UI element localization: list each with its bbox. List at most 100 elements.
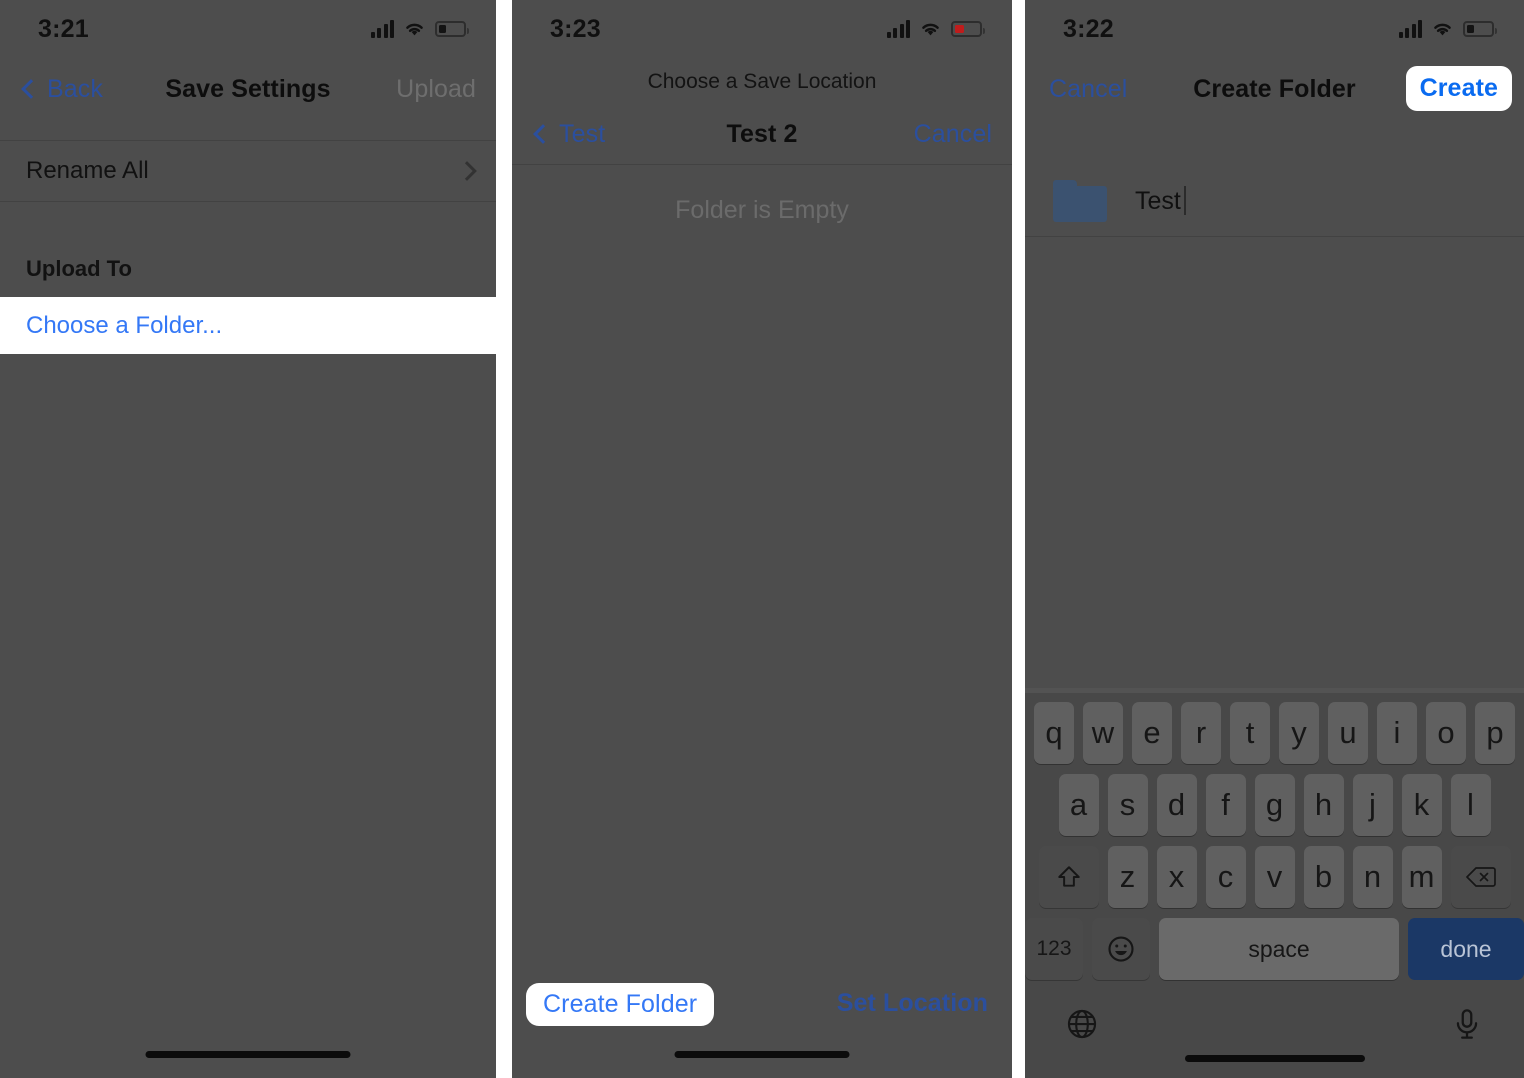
emoji-icon [1108,936,1134,962]
cancel-label: Cancel [1049,74,1128,103]
cellular-signal-icon [1398,20,1422,38]
key-d[interactable]: d [1156,774,1197,836]
battery-icon [951,21,985,37]
key-z[interactable]: z [1107,846,1148,908]
set-location-label: Set Location [836,989,988,1017]
set-location-button[interactable]: Set Location [837,989,988,1018]
key-r[interactable]: r [1181,702,1221,764]
backspace-icon [1465,867,1496,887]
key-a[interactable]: a [1058,774,1099,836]
done-key[interactable]: done [1408,918,1524,980]
status-time: 3:21 [38,14,89,43]
shift-key[interactable] [1038,846,1099,908]
divider [512,164,1012,165]
sheet-title: Choose a Save Location [647,70,877,93]
panel-save-settings: 3:21 Back Save Settings Upload Rename Al… [0,0,496,1078]
keyboard-row-1: qwertyuiop [1025,702,1524,764]
key-t[interactable]: t [1230,702,1270,764]
key-j[interactable]: j [1352,774,1393,836]
row-label: Choose a Folder... [26,311,223,339]
status-icons [370,20,469,38]
globe-key[interactable] [1065,1007,1099,1041]
battery-icon [1463,21,1497,37]
status-time: 3:23 [550,14,601,43]
status-icons [1398,20,1497,38]
key-h[interactable]: h [1303,774,1344,836]
back-button[interactable]: Back [21,74,103,104]
create-folder-button[interactable]: Create Folder [526,983,715,1026]
key-m[interactable]: m [1401,846,1442,908]
home-indicator [1184,1055,1365,1062]
key-w[interactable]: w [1083,702,1123,764]
key-v[interactable]: v [1254,846,1295,908]
key-f[interactable]: f [1205,774,1246,836]
create-label: Create [1419,74,1498,102]
status-bar: 3:23 [512,0,1012,58]
panel-choose-save-location: 3:23 Choose a Save Location Test Test 2 … [512,0,1012,1078]
cancel-label: Cancel [913,119,992,148]
chevron-left-icon [21,78,41,99]
key-e[interactable]: e [1132,702,1172,764]
status-icons [886,20,985,38]
key-u[interactable]: u [1328,702,1368,764]
key-s[interactable]: s [1107,774,1148,836]
shift-icon [1057,866,1080,887]
chevron-left-icon [533,123,553,144]
wifi-icon [406,23,423,36]
status-bar: 3:21 [0,0,496,58]
key-x[interactable]: x [1156,846,1197,908]
keyboard-row-3: zxcvbnm [1025,846,1524,908]
folder-icon [1053,180,1107,222]
home-indicator [674,1051,850,1058]
dictation-key[interactable] [1450,1007,1484,1041]
onscreen-keyboard: qwertyuiop asdfghjkl zxcvbnm 123 space d… [1025,688,1524,1078]
upload-button[interactable]: Upload [396,75,476,104]
wifi-icon [922,23,939,36]
key-n[interactable]: n [1352,846,1393,908]
key-i[interactable]: i [1377,702,1417,764]
back-button[interactable]: Test [533,119,606,149]
divider [0,201,496,202]
screenshot-stage: 3:21 Back Save Settings Upload Rename Al… [0,0,1524,1078]
numeric-key[interactable]: 123 [1025,918,1083,980]
folder-name-value: Test [1135,187,1181,215]
keyboard-bottom-bar [1025,994,1524,1054]
row-label: Rename All [26,157,149,184]
key-b[interactable]: b [1303,846,1344,908]
key-g[interactable]: g [1254,774,1295,836]
key-o[interactable]: o [1426,702,1466,764]
folder-name-field[interactable]: Test [1025,170,1524,232]
globe-icon [1067,1009,1097,1039]
section-header-upload-to: Upload To [26,256,132,281]
create-button[interactable]: Create [1405,66,1512,111]
keyboard-row-4: 123 space done [1025,918,1524,980]
emoji-key[interactable] [1092,918,1150,980]
microphone-icon [1456,1009,1478,1039]
key-l[interactable]: l [1450,774,1491,836]
empty-state-message: Folder is Empty [675,196,849,224]
chevron-right-icon [457,161,477,181]
cancel-button[interactable]: Cancel [1049,75,1127,104]
key-q[interactable]: q [1034,702,1074,764]
keyboard-letters-row-3: zxcvbnm [1107,846,1442,908]
space-key[interactable]: space [1159,918,1399,980]
cellular-signal-icon [886,20,910,38]
row-choose-a-folder[interactable]: Choose a Folder... [0,297,496,354]
key-k[interactable]: k [1401,774,1442,836]
row-rename-all[interactable]: Rename All [0,141,496,201]
cellular-signal-icon [370,20,394,38]
key-p[interactable]: p [1475,702,1515,764]
back-label: Test [559,119,606,148]
backspace-key[interactable] [1450,846,1511,908]
key-c[interactable]: c [1205,846,1246,908]
keyboard-top-strip [1025,688,1524,693]
back-label: Back [47,74,103,103]
status-bar: 3:22 [1025,0,1524,58]
status-time: 3:22 [1063,14,1114,43]
key-y[interactable]: y [1279,702,1319,764]
navigation-bar: Test Test 2 Cancel [512,105,1012,163]
home-indicator [145,1051,351,1058]
navigation-bar: Back Save Settings Upload [0,58,496,120]
text-caret [1183,186,1186,215]
cancel-button[interactable]: Cancel [914,120,992,149]
